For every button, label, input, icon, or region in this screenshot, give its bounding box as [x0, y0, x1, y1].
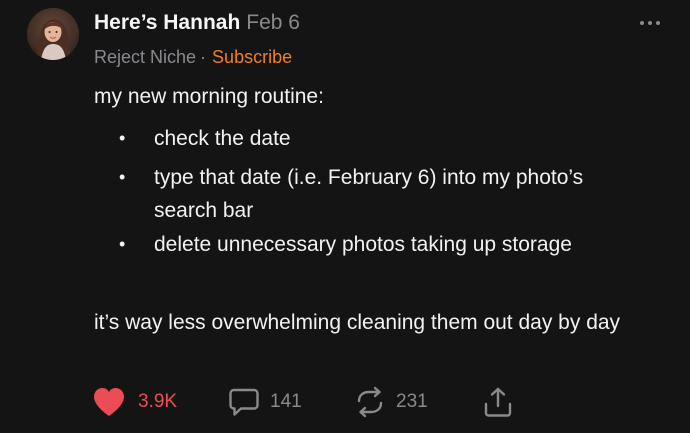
like-count: 3.9K: [138, 391, 178, 412]
comment-button[interactable]: 141: [228, 384, 302, 420]
avatar-image: [27, 8, 79, 60]
list-item-text: check the date: [154, 127, 291, 150]
separator-dot: ·: [200, 47, 207, 67]
publication-line: Reject Niche · Subscribe: [94, 45, 292, 69]
list-item: • delete unnecessary photos taking up st…: [94, 228, 664, 261]
action-bar: 3.9K 141 231: [92, 384, 532, 420]
bullet-marker: •: [119, 128, 126, 148]
dot: [656, 21, 660, 25]
heart-icon: [94, 388, 124, 416]
subscribe-link[interactable]: Subscribe: [212, 47, 292, 67]
author-line: Here’s Hannah Feb 6: [94, 10, 300, 36]
comment-bubble-icon: [229, 388, 259, 416]
share-upload-icon: [484, 387, 512, 417]
list-item-text: delete unnecessary photos taking up stor…: [154, 233, 572, 256]
publication-name[interactable]: Reject Niche: [94, 47, 196, 67]
restack-button[interactable]: 231: [354, 384, 428, 420]
author-name[interactable]: Here’s Hannah: [94, 11, 240, 34]
list-item: • type that date (i.e. February 6) into …: [94, 161, 664, 228]
post-intro: my new morning routine:: [94, 85, 324, 108]
author-avatar[interactable]: [27, 8, 79, 60]
routine-list: • check the date • type that date (i.e. …: [94, 122, 664, 261]
restack-arrows-icon: [357, 386, 383, 418]
bullet-marker: •: [119, 234, 126, 254]
post-outro: it’s way less overwhelming cleaning them…: [94, 311, 621, 334]
bullet-marker: •: [119, 167, 126, 187]
list-item: • check the date: [94, 122, 664, 161]
dot: [648, 21, 652, 25]
like-button[interactable]: 3.9K: [92, 384, 177, 420]
note-post: Here’s Hannah Feb 6 Reject Niche · Subscrib…: [0, 0, 690, 433]
share-button[interactable]: [482, 384, 514, 420]
list-item-text: type that date (i.e. February 6) into my…: [154, 166, 584, 222]
post-date[interactable]: Feb 6: [246, 11, 300, 34]
dot: [640, 21, 644, 25]
restack-count: 231: [396, 391, 428, 412]
comment-count: 141: [270, 391, 302, 412]
more-options-icon[interactable]: [633, 10, 667, 36]
